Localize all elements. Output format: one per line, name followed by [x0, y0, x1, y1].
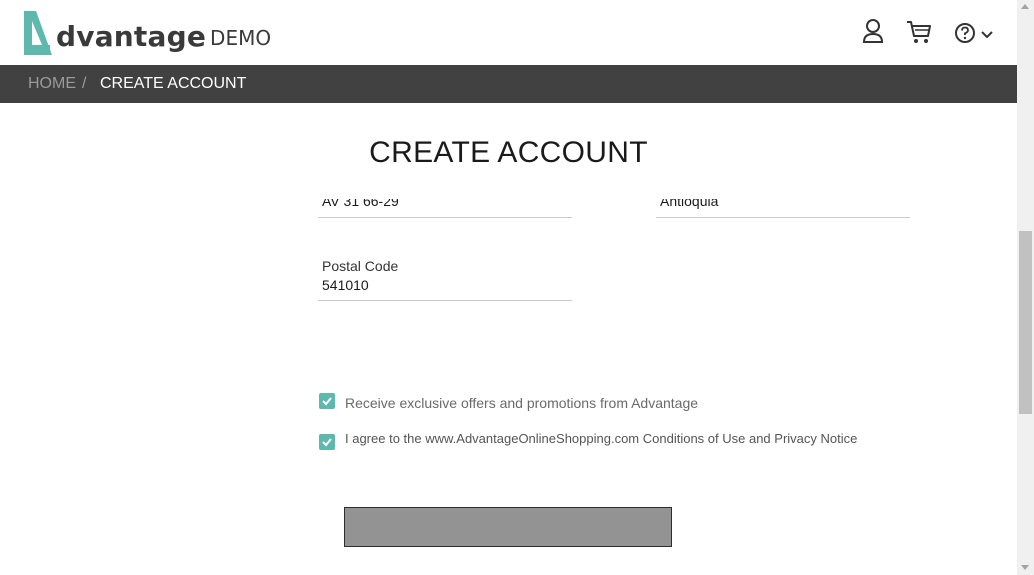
logo[interactable]: dvantage DEMO [22, 10, 271, 55]
postal-code-value: 541010 [322, 277, 369, 293]
scrollbar-thumb[interactable] [1019, 231, 1032, 414]
postal-code-field[interactable]: Postal Code 541010 [318, 258, 572, 301]
check-icon [322, 397, 332, 406]
check-icon [322, 438, 332, 447]
breadcrumb: HOME / CREATE ACCOUNT [0, 65, 1017, 103]
offers-checkbox[interactable] [319, 393, 335, 409]
logo-a-icon [22, 11, 58, 55]
address-value: AV 31 66-29 [322, 199, 399, 209]
breadcrumb-current: CREATE ACCOUNT [100, 75, 247, 92]
site-header: dvantage DEMO [0, 0, 1017, 65]
postal-code-label: Postal Code [322, 258, 399, 274]
scroll-up-icon[interactable] [1021, 4, 1029, 9]
agree-checkbox[interactable] [319, 434, 335, 450]
state-value: Antioquia [660, 199, 719, 209]
state-field[interactable]: Antioquia [656, 199, 910, 218]
scroll-down-icon[interactable] [1021, 565, 1029, 570]
user-icon[interactable] [862, 18, 884, 49]
help-icon[interactable] [954, 22, 976, 49]
register-button[interactable] [344, 507, 672, 547]
address-field[interactable]: AV 31 66-29 [318, 199, 572, 218]
chevron-down-icon[interactable] [980, 27, 994, 45]
breadcrumb-home-link[interactable]: HOME [28, 75, 76, 93]
logo-wordmark: dvantage [56, 20, 207, 53]
offers-checkbox-label: Receive exclusive offers and promotions … [345, 395, 699, 411]
breadcrumb-separator: / [82, 75, 87, 92]
agree-checkbox-label[interactable]: I agree to the www.AdvantageOnlineShoppi… [345, 431, 857, 446]
address-field-clip: AV 31 66-29 [318, 199, 574, 219]
cart-icon[interactable] [906, 20, 932, 49]
page-title: CREATE ACCOUNT [369, 136, 648, 169]
state-field-clip: Antioquia [656, 199, 912, 219]
logo-demo-label: DEMO [210, 26, 272, 50]
